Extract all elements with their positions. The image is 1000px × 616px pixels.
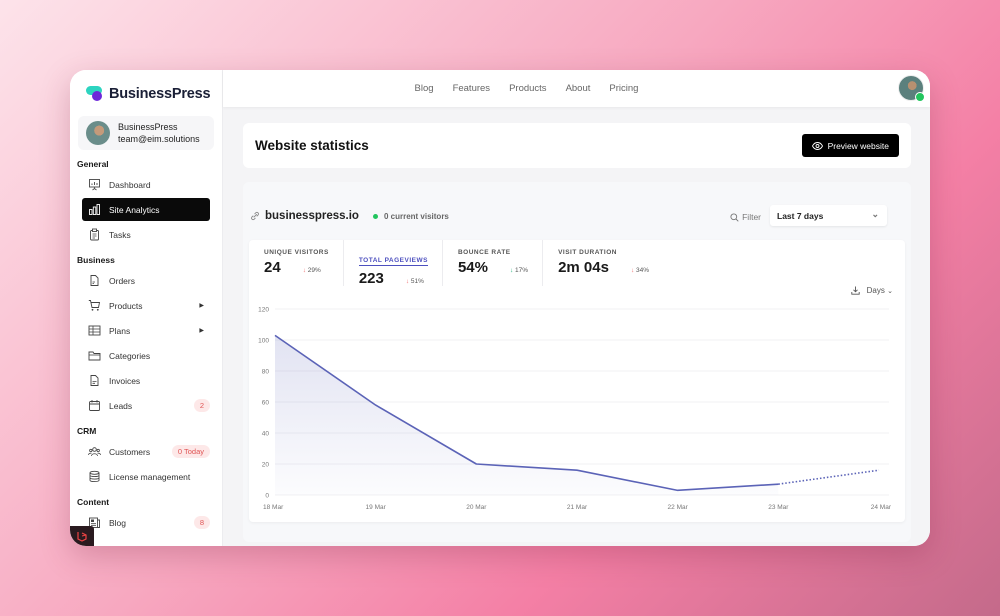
logo-icon xyxy=(86,86,104,102)
x-tick-label: 20 Mar xyxy=(466,504,487,511)
series-area xyxy=(275,335,779,495)
y-tick-label: 40 xyxy=(262,431,270,438)
brand-name: BusinessPress xyxy=(109,86,211,102)
sidebar-section-content: Content xyxy=(77,497,110,507)
nav-link-pricing[interactable]: Pricing xyxy=(600,83,648,94)
top-navbar: Blog Features Products About Pricing xyxy=(223,70,930,107)
eye-icon xyxy=(811,141,823,150)
sidebar-item-label: License management xyxy=(109,471,191,482)
users-icon xyxy=(88,445,101,458)
nav-link-blog[interactable]: Blog xyxy=(405,83,443,94)
date-range-value: Last 7 days xyxy=(777,210,824,221)
app-window: BusinessPress BusinessPress team@eim.sol… xyxy=(70,70,930,546)
sidebar-nav: General Dashboard Site Analytics Tasks Bu… xyxy=(77,159,222,534)
link-icon xyxy=(251,211,259,221)
sidebar-item-dashboard[interactable]: Dashboard xyxy=(82,173,210,196)
sidebar-item-label: Blog xyxy=(109,517,127,528)
sidebar-item-label: Leads xyxy=(109,400,133,411)
sidebar-item-blog[interactable]: Blog 8 xyxy=(82,511,210,534)
sidebar-item-label: Customers xyxy=(109,446,151,457)
page-title: Website statistics xyxy=(255,138,369,153)
x-tick-label: 19 Mar xyxy=(366,504,387,511)
filter-label: Filter xyxy=(742,212,761,222)
user-email: team@eim.solutions xyxy=(118,134,200,144)
nav-link-features[interactable]: Features xyxy=(443,83,500,94)
stats-panel: businesspress.io 0 current visitors Filt… xyxy=(243,182,911,542)
folder-icon xyxy=(88,349,101,362)
live-dot-icon xyxy=(372,213,378,219)
site-domain[interactable]: businesspress.io xyxy=(265,210,359,222)
invoice-icon xyxy=(88,374,101,387)
filter-button[interactable]: Filter xyxy=(730,212,761,222)
caret-right-icon[interactable]: ▶ xyxy=(199,327,204,334)
sidebar-item-label: Dashboard xyxy=(109,179,151,190)
sidebar-item-site-analytics[interactable]: Site Analytics xyxy=(82,198,210,221)
x-tick-label: 18 Mar xyxy=(263,504,284,511)
bar-chart-icon xyxy=(88,203,101,216)
caret-right-icon[interactable]: ▶ xyxy=(199,302,204,309)
database-icon xyxy=(88,470,101,483)
x-tick-label: 21 Mar xyxy=(567,504,588,511)
date-range-select[interactable]: Last 7 days ⌄ xyxy=(770,205,887,226)
pageviews-chart: 0 20 40 60 80 100 120 18 Mar 19 Mar 20 Mar 21 Mar 2… xyxy=(258,307,892,512)
sidebar-item-products[interactable]: Products ▶ xyxy=(82,294,210,317)
sidebar-item-label: Products xyxy=(109,300,143,311)
clipboard-icon xyxy=(88,228,101,241)
sidebar-item-label: Plans xyxy=(109,325,131,336)
nav-link-about[interactable]: About xyxy=(556,83,600,94)
cart-icon xyxy=(88,299,101,312)
sidebar-item-leads[interactable]: Leads 2 xyxy=(82,394,210,417)
brand-logo[interactable]: BusinessPress xyxy=(77,70,222,110)
table-icon xyxy=(88,324,101,337)
x-tick-label: 24 Mar xyxy=(871,504,892,511)
sidebar-section-general: General xyxy=(77,159,109,169)
y-tick-label: 80 xyxy=(262,369,270,376)
count-badge: 8 xyxy=(193,516,210,529)
y-tick-label: 60 xyxy=(262,400,270,407)
sidebar-section-crm: CRM xyxy=(77,426,97,436)
top-nav: Blog Features Products About Pricing xyxy=(405,83,648,94)
y-tick-label: 0 xyxy=(265,493,269,500)
document-icon xyxy=(88,274,101,287)
sidebar-item-categories[interactable]: Categories xyxy=(82,344,210,367)
sidebar-item-label: Tasks xyxy=(109,229,131,240)
user-profile[interactable]: BusinessPress team@eim.solutions xyxy=(78,116,214,150)
y-tick-label: 100 xyxy=(258,338,269,345)
sidebar-item-plans[interactable]: Plans ▶ xyxy=(82,319,210,342)
series-line-projected xyxy=(778,469,880,485)
account-avatar[interactable] xyxy=(898,75,925,102)
search-icon xyxy=(730,212,739,222)
y-tick-label: 20 xyxy=(262,462,270,469)
sidebar-item-label: Invoices xyxy=(109,375,141,386)
sidebar: BusinessPress BusinessPress team@eim.sol… xyxy=(70,70,223,546)
sidebar-item-customers[interactable]: Customers 0 Today xyxy=(82,440,210,463)
presentation-chart-icon xyxy=(88,178,101,191)
sidebar-item-license-management[interactable]: License management xyxy=(82,465,210,488)
page-header: Website statistics Preview website xyxy=(243,123,911,168)
sidebar-item-tasks[interactable]: Tasks xyxy=(82,223,210,246)
sidebar-item-label: Site Analytics xyxy=(109,204,160,215)
x-tick-label: 23 Mar xyxy=(768,504,789,511)
main-content: Blog Features Products About Pricing Website… xyxy=(223,70,930,546)
count-badge: 0 Today xyxy=(171,445,210,458)
nav-link-products[interactable]: Products xyxy=(500,83,557,94)
preview-website-button[interactable]: Preview website xyxy=(801,134,899,157)
calendar-icon xyxy=(88,399,101,412)
chart-card: UNIQUE VISITORS 24 ↓ 29% TOTAL PAGEVIEWS … xyxy=(249,240,905,522)
laravel-icon[interactable] xyxy=(70,526,94,546)
online-status-indicator xyxy=(915,92,925,102)
chevron-down-icon: ⌄ xyxy=(871,209,879,219)
preview-website-label: Preview website xyxy=(827,140,889,151)
sidebar-section-business: Business xyxy=(77,255,115,265)
sidebar-item-label: Orders xyxy=(109,275,135,286)
sidebar-item-orders[interactable]: Orders xyxy=(82,269,210,292)
count-badge: 2 xyxy=(193,399,210,412)
x-tick-label: 22 Mar xyxy=(668,504,689,511)
user-avatar xyxy=(86,121,110,145)
sidebar-item-invoices[interactable]: Invoices xyxy=(82,369,210,392)
current-visitors: 0 current visitors xyxy=(383,211,449,221)
user-name: BusinessPress xyxy=(118,122,178,132)
sidebar-item-label: Categories xyxy=(109,350,151,361)
y-tick-label: 120 xyxy=(258,307,269,314)
